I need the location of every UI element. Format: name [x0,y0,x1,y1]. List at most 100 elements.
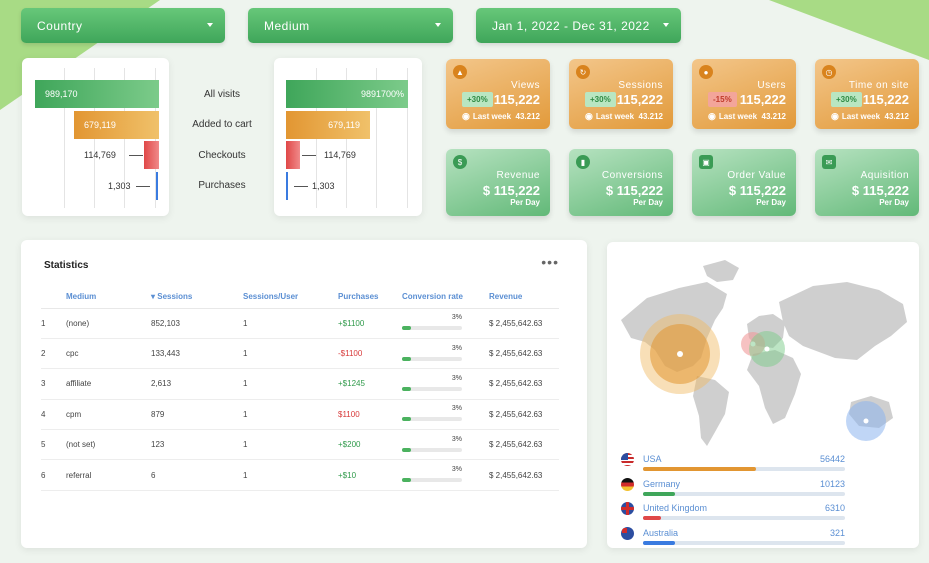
cell-sessions: 2,613 [151,368,243,400]
progress-fill [402,356,411,361]
kpi-card-aquisition[interactable]: ✉ Aquisition $ 115,222 Per Day [815,149,919,216]
cell-conversion-rate: 3% [402,338,489,370]
leader-line [294,186,308,187]
country-row-united-kingdom[interactable]: United Kingdom 6310 [621,502,845,524]
column-header-medium[interactable]: Medium [66,286,151,309]
cell-sessions-per-user: 1 [243,308,338,339]
kpi-change-badge: +30% [462,92,493,107]
dollar-icon: $ [453,155,467,169]
funnel-value: 1,303 [108,181,131,191]
kpi-subtext: Per Day [510,198,540,207]
germany-marker[interactable] [764,346,770,352]
funnel-stage-label: Added to cart [192,119,252,130]
australia-marker[interactable] [863,418,869,424]
country-bar-fill [643,467,757,471]
kpi-card-users[interactable]: ● Users -15% 115,222 ◉ Last week 43.212 [692,59,796,129]
kpi-title: Views [511,80,540,91]
column-header-sessions-per-user[interactable]: Sessions/User [243,286,338,309]
column-header-revenue[interactable]: Revenue [489,286,559,309]
country-value: 6310 [824,503,845,513]
kpi-value: $ 115,222 [482,183,540,198]
leader-line [129,155,143,156]
kpi-subtext: Per Day [633,198,663,207]
conversion-progress: 3% [402,375,462,393]
kpi-last-week: ◉ Last week 43.212 [462,111,540,122]
medium-filter[interactable]: Medium [248,8,453,43]
funnel-bar-checkouts [144,141,159,169]
table-row[interactable]: 5 (not set) 123 1 +$200 3% $ 2,455,642.63 [41,429,559,461]
date-range-filter[interactable]: Jan 1, 2022 - Dec 31, 2022 [476,8,681,43]
cell-sessions-per-user: 1 [243,459,338,491]
last-week-value: 43.212 [515,112,540,121]
last-week-value: 43.212 [884,112,909,121]
table-row[interactable]: 1 (none) 852,103 1 +$1100 3% $ 2,455,642.63 [41,308,559,339]
country-row-usa[interactable]: USA 56442 [621,453,845,475]
kpi-card-time-on-site[interactable]: ◷ Time on site +30% 115,222 ◉ Last week 4… [815,59,919,129]
cell-revenue: $ 2,455,642.63 [489,308,559,339]
conversion-progress: 3% [402,405,462,423]
funnel-bar-all-visits: 9891700% [286,80,408,108]
cell-medium: referral [66,459,151,491]
kpi-title: Conversions [601,170,663,181]
column-header-conversion-rate[interactable]: Conversion rate [402,286,489,309]
statistics-table: Medium ▾ Sessions Sessions/User Purchase… [41,286,559,491]
cell-revenue: $ 2,455,642.63 [489,399,559,431]
country-filter-label: Country [37,18,83,33]
conversion-progress: 3% [402,466,462,484]
country-bar-track [643,516,845,520]
country-filter[interactable]: Country [21,8,225,43]
date-range-label: Jan 1, 2022 - Dec 31, 2022 [492,18,650,33]
cell-conversion-rate: 3% [402,399,489,431]
progress-fill [402,386,411,391]
cell-purchases: +$1245 [338,368,402,400]
country-bar-fill [643,516,662,520]
eye-icon: ◉ [830,111,839,121]
leader-line [136,186,150,187]
column-header-index [41,286,66,309]
usa-marker[interactable] [677,351,683,357]
column-header-purchases[interactable]: Purchases [338,286,402,309]
more-options-icon[interactable]: ••• [541,254,559,270]
cell-sessions: 852,103 [151,308,243,339]
kpi-card-conversions[interactable]: ▮ Conversions $ 115,222 Per Day [569,149,673,216]
cell-revenue: $ 2,455,642.63 [489,429,559,461]
column-header-sessions[interactable]: ▾ Sessions [151,286,243,309]
country-row-australia[interactable]: Australia 321 [621,527,845,549]
funnel-stage-label: All visits [203,89,241,100]
cell-medium: cpm [66,399,151,431]
kpi-value: $ 115,222 [728,183,786,198]
cell-purchases: -$1100 [338,338,402,370]
eye-icon: ◉ [707,111,716,121]
wallet-icon: ▣ [699,155,713,169]
progress-fill [402,417,411,422]
kpi-title: Sessions [618,80,663,91]
caret-down-icon [435,23,441,27]
kpi-value: 115,222 [493,92,540,107]
row-index: 5 [41,429,66,461]
funnel-value: 9891700% [360,89,404,99]
kpi-card-order-value[interactable]: ▣ Order Value $ 115,222 Per Day [692,149,796,216]
cell-revenue: $ 2,455,642.63 [489,368,559,400]
country-row-germany[interactable]: Germany 10123 [621,478,845,500]
country-bar-fill [643,541,676,545]
table-row[interactable]: 6 referral 6 1 +$10 3% $ 2,455,642.63 [41,459,559,491]
stopwatch-icon: ◷ [822,65,836,79]
uk-flag-icon [621,502,634,515]
kpi-card-sessions[interactable]: ↻ Sessions +30% 115,222 ◉ Last week 43.21… [569,59,673,129]
progress-track [402,386,462,391]
kpi-card-revenue[interactable]: $ Revenue $ 115,222 Per Day [446,149,550,216]
cell-medium: (not set) [66,429,151,461]
cell-medium: affiliate [66,368,151,400]
table-row[interactable]: 4 cpm 879 1 $1100 3% $ 2,455,642.63 [41,399,559,431]
kpi-title: Time on site [848,80,909,91]
progress-track [402,356,462,361]
kpi-card-views[interactable]: ▲ Views +30% 115,222 ◉ Last week 43.212 [446,59,550,129]
background-shape-right [769,0,929,60]
cell-purchases: +$200 [338,429,402,461]
funnel-bar-purchases [156,172,158,200]
table-row[interactable]: 3 affiliate 2,613 1 +$1245 3% $ 2,455,642.63 [41,368,559,400]
funnel-value: 114,769 [84,150,116,160]
table-row[interactable]: 2 cpc 133,443 1 -$1100 3% $ 2,455,642.63 [41,338,559,370]
row-index: 2 [41,338,66,370]
kpi-last-week: ◉ Last week 43.212 [708,111,786,122]
